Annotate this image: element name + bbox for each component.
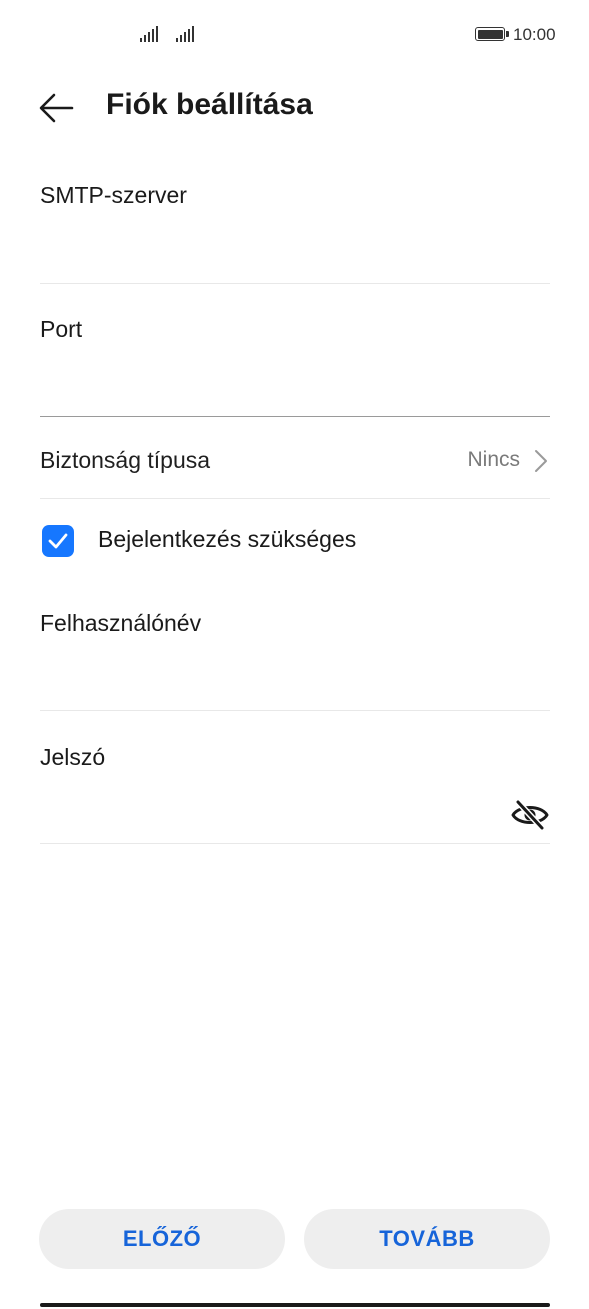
password-label: Jelszó (40, 744, 106, 770)
status-bar: 10:00 (0, 0, 589, 70)
divider (40, 498, 550, 499)
check-icon (48, 533, 68, 549)
back-button[interactable] (34, 86, 82, 130)
signal-icon (176, 26, 194, 42)
security-type-row[interactable]: Biztonság típusa Nincs (40, 432, 550, 496)
port-label: Port (40, 316, 83, 342)
port-input[interactable] (40, 364, 484, 406)
battery-icon (475, 27, 509, 41)
chevron-right-icon (535, 450, 547, 472)
security-type-value: Nincs (467, 448, 520, 471)
toggle-password-visibility-button[interactable] (510, 797, 550, 833)
signal-icon (140, 26, 158, 42)
next-button[interactable]: TOVÁBB (304, 1209, 550, 1269)
arrow-left-icon (39, 93, 74, 123)
username-input[interactable] (40, 658, 484, 700)
smtp-server-label: SMTP-szerver (40, 182, 187, 208)
password-input[interactable] (40, 793, 484, 835)
divider-active (40, 416, 550, 417)
previous-button[interactable]: ELŐZŐ (39, 1209, 285, 1269)
smtp-server-input[interactable] (40, 230, 484, 272)
login-required-row[interactable]: Bejelentkezés szükséges (40, 520, 460, 560)
divider (40, 710, 550, 711)
home-indicator (40, 1303, 550, 1307)
username-label: Felhasználónév (40, 610, 202, 636)
login-required-checkbox[interactable] (42, 525, 74, 557)
app-header: Fiók beállítása (0, 72, 589, 142)
login-required-label: Bejelentkezés szükséges (98, 526, 357, 552)
security-type-label: Biztonság típusa (40, 447, 211, 473)
eye-off-icon (511, 799, 549, 831)
page-title: Fiók beállítása (106, 88, 313, 121)
divider (40, 283, 550, 284)
divider (40, 843, 550, 844)
status-time: 10:00 (513, 25, 556, 44)
